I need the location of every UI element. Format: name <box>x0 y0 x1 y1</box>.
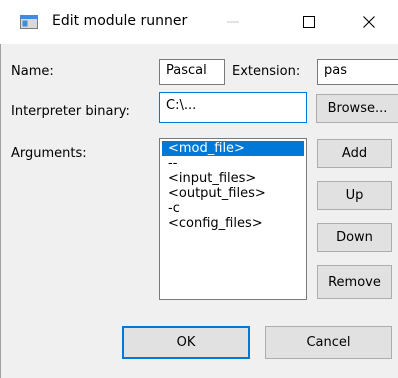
down-button[interactable]: Down <box>317 223 392 252</box>
argument-item[interactable]: <mod_file> <box>162 141 304 156</box>
arguments-label: Arguments: <box>11 146 87 161</box>
name-field[interactable]: Pascal <box>159 59 225 85</box>
window-app-icon <box>20 15 38 29</box>
argument-item[interactable]: -c <box>162 201 304 216</box>
add-button[interactable]: Add <box>317 139 392 168</box>
extension-field[interactable]: pas <box>317 59 398 85</box>
ok-button[interactable]: OK <box>122 326 250 359</box>
name-label: Name: <box>11 64 54 79</box>
browse-button[interactable]: Browse... <box>316 94 398 123</box>
cancel-button[interactable]: Cancel <box>265 326 392 359</box>
extension-label: Extension: <box>232 64 301 79</box>
remove-button[interactable]: Remove <box>317 265 392 299</box>
minimize-icon <box>227 21 239 23</box>
window-left-border <box>0 44 1 378</box>
up-button[interactable]: Up <box>317 181 392 210</box>
argument-item[interactable]: <config_files> <box>162 216 304 231</box>
argument-item[interactable]: -- <box>162 156 304 171</box>
argument-item[interactable]: <input_files> <box>162 171 304 186</box>
close-icon <box>363 16 375 28</box>
window-title: Edit module runner <box>52 13 188 29</box>
maximize-icon <box>303 16 315 28</box>
minimize-button[interactable] <box>210 0 256 44</box>
argument-item[interactable]: <output_files> <box>162 186 304 201</box>
arguments-list[interactable]: <mod_file> -- <input_files> <output_files> -… <box>159 138 307 300</box>
interpreter-label: Interpreter binary: <box>11 104 130 119</box>
interpreter-field[interactable]: C:\... <box>159 92 307 123</box>
maximize-button[interactable] <box>286 0 332 44</box>
close-button[interactable] <box>346 0 392 44</box>
